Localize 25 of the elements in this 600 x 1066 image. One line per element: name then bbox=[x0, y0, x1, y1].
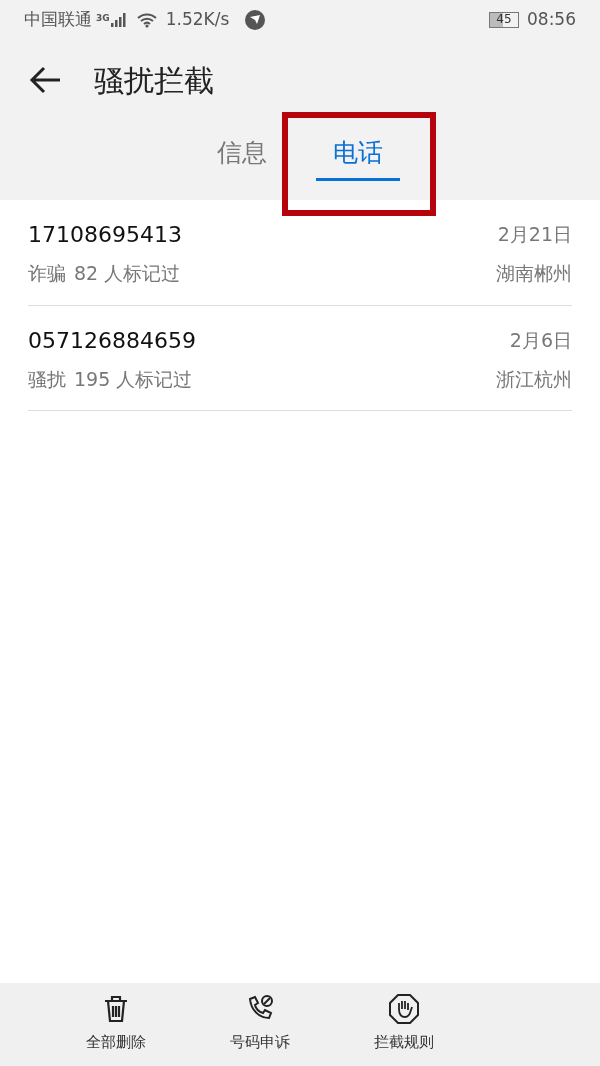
tab[interactable]: 信息 bbox=[184, 120, 300, 191]
battery-icon: 45 bbox=[489, 12, 519, 28]
report-count: 195 人标记过 bbox=[74, 366, 193, 392]
tab[interactable]: 电话 bbox=[300, 120, 416, 191]
call-date: 2月21日 bbox=[497, 222, 572, 248]
toolbar-button[interactable]: 拦截规则 bbox=[344, 983, 464, 1066]
toolbar-button[interactable]: 全部删除 bbox=[56, 983, 176, 1066]
call-date: 2月6日 bbox=[509, 327, 572, 353]
page-title: 骚扰拦截 bbox=[94, 61, 214, 100]
network-speed: 1.52K/s bbox=[165, 8, 230, 32]
app-notification-icon bbox=[245, 10, 266, 30]
clock-time: 08:56 bbox=[527, 8, 576, 32]
back-arrow-icon[interactable] bbox=[28, 65, 62, 95]
carrier-name: 中国联通 bbox=[24, 8, 92, 32]
spam-tag: 诈骗 bbox=[28, 259, 66, 288]
toolbar-button[interactable]: 号码申诉 bbox=[200, 983, 320, 1066]
wifi-icon bbox=[135, 12, 158, 28]
spam-tag: 骚扰 bbox=[28, 364, 66, 393]
caller-location: 湖南郴州 bbox=[496, 261, 572, 286]
network-indicator: 3G bbox=[96, 12, 128, 28]
phone-number: 17108695413 bbox=[28, 221, 182, 249]
stop-hand-icon bbox=[388, 993, 420, 1025]
caller-location: 浙江杭州 bbox=[496, 366, 572, 392]
report-count: 82 人标记过 bbox=[74, 261, 181, 286]
phone-number: 057126884659 bbox=[28, 326, 196, 355]
